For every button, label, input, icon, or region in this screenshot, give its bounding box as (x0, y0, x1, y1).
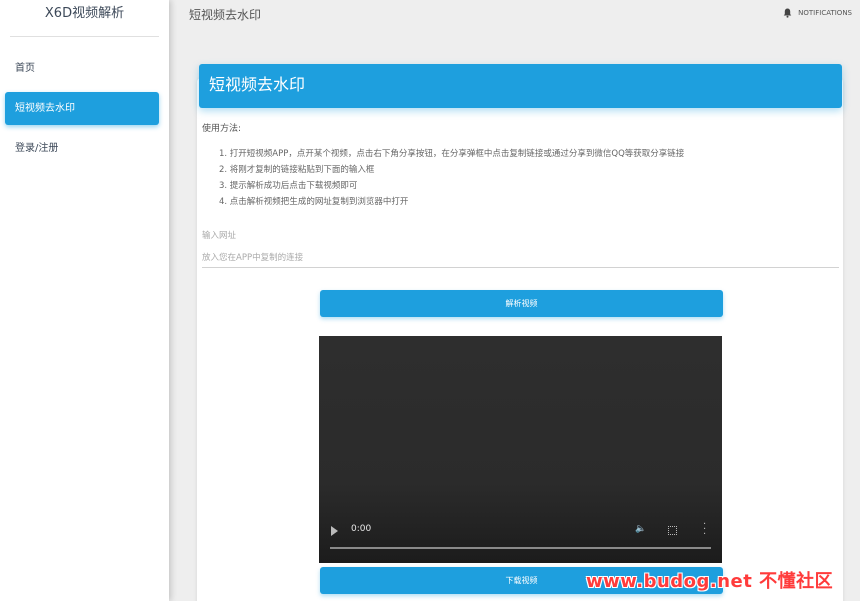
brand-logo[interactable]: X6D视频解析 (10, 0, 159, 37)
video-time: 0:00 (351, 524, 372, 534)
usage-title: 使用方法: (202, 124, 242, 134)
sidebar-nav: 首页 短视频去水印 登录/注册 (0, 52, 169, 165)
sidebar-item-home[interactable]: 首页 (5, 52, 159, 85)
card-title: 短视频去水印 (199, 64, 842, 108)
video-progress-bar[interactable] (330, 547, 711, 549)
sidebar-item-login[interactable]: 登录/注册 (5, 132, 159, 165)
sidebar: X6D视频解析 首页 短视频去水印 登录/注册 (0, 0, 169, 601)
usage-steps: 1. 打开短视频APP，点开某个视频，点击右下角分享按钮，在分享弹框中点击复制链… (219, 146, 684, 210)
usage-step: 1. 打开短视频APP，点开某个视频，点击右下角分享按钮，在分享弹框中点击复制链… (219, 149, 685, 159)
bell-icon (783, 8, 792, 18)
usage-step: 3. 提示解析成功后点击下载视频即可 (219, 181, 358, 191)
fullscreen-icon[interactable] (668, 526, 677, 535)
url-input[interactable] (202, 249, 839, 268)
more-options-icon[interactable]: · · · (703, 520, 706, 540)
usage-step: 2. 将刚才复制的链接粘贴到下面的输入框 (219, 165, 375, 175)
volume-icon[interactable]: 🔈 (635, 524, 646, 534)
play-icon[interactable] (331, 526, 338, 536)
page-title: 短视频去水印 (189, 8, 262, 22)
usage-step: 4. 点击解析视频把生成的网址复制到浏览器中打开 (219, 197, 409, 207)
notifications-label: NOTIFICATIONS (798, 9, 852, 17)
site-watermark: www.budog.net 不懂社区 (586, 571, 834, 592)
url-input-label: 输入网址 (202, 231, 237, 241)
notifications-button[interactable]: NOTIFICATIONS (783, 8, 852, 18)
parse-video-button[interactable]: 解析视频 (320, 290, 723, 317)
sidebar-item-watermark-removal[interactable]: 短视频去水印 (5, 92, 159, 125)
video-player[interactable]: 0:00 🔈 · · · (319, 336, 722, 563)
